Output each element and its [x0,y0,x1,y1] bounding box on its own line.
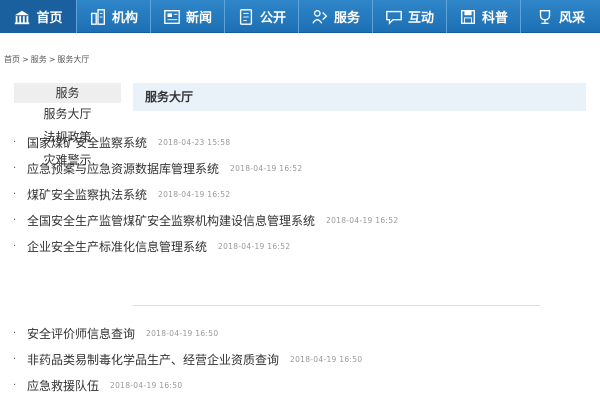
item-link[interactable]: 国家煤矿安全监察系统 [27,134,147,151]
trophy-icon [536,8,554,26]
nav-label: 新闻 [185,11,212,26]
nav-item-style[interactable]: 风采 [521,0,600,33]
bullet: · [13,136,17,148]
list-item: · 国家煤矿安全监察系统 2018-04-23 15:58 [13,129,453,155]
list-item: · 安全评价师信息查询 2018-04-19 16:50 [13,320,453,346]
list-item: · 全国安全生产监管煤矿安全监察机构建设信息管理系统 2018-04-19 16:5… [13,207,453,233]
item-link[interactable]: 企业安全生产标准化信息管理系统 [27,238,207,255]
item-date: 2018-04-19 16:52 [218,241,291,251]
list-item: · 非药品类易制毒化学品生产、经营企业资质查询 2018-04-19 16:50 [13,346,453,372]
item-link[interactable]: 煤矿安全监察执法系统 [27,186,147,203]
item-date: 2018-04-19 16:50 [146,328,219,338]
breadcrumb-service[interactable]: 服务 [31,55,47,64]
nav-label: 风采 [558,11,585,26]
bullet: · [13,327,17,339]
newspaper-icon [163,8,181,26]
section-divider [133,305,540,306]
service-list-primary: · 国家煤矿安全监察系统 2018-04-23 15:58 · 应急预案与应急资源数据… [13,129,453,259]
building-icon [13,8,31,26]
nav-item-science[interactable]: 科普 [447,0,521,33]
main-content: 服务大厅 [133,83,586,111]
nav-label: 公开 [259,11,286,26]
nav-item-interaction[interactable]: 互动 [373,0,447,33]
chat-icon [385,8,403,26]
item-date: 2018-04-19 16:52 [326,215,399,225]
list-item: · 煤矿安全监察执法系统 2018-04-19 16:52 [13,181,453,207]
list-item: · 企业安全生产标准化信息管理系统 2018-04-19 16:52 [13,233,453,259]
breadcrumb-separator: > [22,55,29,64]
breadcrumb: 首页 > 服务 > 服务大厅 [4,54,89,65]
item-link[interactable]: 全国安全生产监管煤矿安全监察机构建设信息管理系统 [27,212,315,229]
bullet: · [13,162,17,174]
service-list-secondary: · 安全评价师信息查询 2018-04-19 16:50 · 非药品类易制毒化学品生产… [13,320,453,398]
bullet: · [13,353,17,365]
bullet: · [13,214,17,226]
item-date: 2018-04-19 16:50 [290,354,363,364]
item-link[interactable]: 应急救援队伍 [27,377,99,394]
notebook-icon [237,8,255,26]
bullet: · [13,240,17,252]
save-icon [459,8,477,26]
list-item: · 应急救援队伍 2018-04-19 16:50 [13,372,453,398]
item-date: 2018-04-19 16:52 [158,189,231,199]
nav-label: 机构 [111,11,138,26]
nav-item-organization[interactable]: 机构 [77,0,151,33]
item-link[interactable]: 应急预案与应急资源数据库管理系统 [27,160,219,177]
sidebar-item-service-hall[interactable]: 服务大厅 [14,103,121,126]
item-date: 2018-04-19 16:52 [230,163,303,173]
item-link[interactable]: 安全评价师信息查询 [27,325,135,342]
list-item: · 应急预案与应急资源数据库管理系统 2018-04-19 16:52 [13,155,453,181]
nav-label: 互动 [407,11,434,26]
breadcrumb-current[interactable]: 服务大厅 [57,55,89,64]
sidebar-header: 服务 [14,83,121,103]
city-icon [89,8,107,26]
nav-item-service[interactable]: 服务 [299,0,373,33]
nav-label: 首页 [36,11,63,26]
nav-item-home[interactable]: 首页 [0,0,77,33]
nav-item-news[interactable]: 新闻 [151,0,225,33]
service-icon [311,8,329,26]
nav-label: 科普 [481,11,508,26]
nav-label: 服务 [333,11,360,26]
breadcrumb-separator: > [48,55,56,64]
item-link[interactable]: 非药品类易制毒化学品生产、经营企业资质查询 [27,351,279,368]
bullet: · [13,379,17,391]
section-title: 服务大厅 [133,83,586,111]
top-navigation: 首页 机构 新闻 公开 服务 互动 科普 风采 [0,0,600,33]
breadcrumb-home[interactable]: 首页 [4,55,20,64]
bullet: · [13,188,17,200]
nav-item-public[interactable]: 公开 [225,0,299,33]
item-date: 2018-04-23 15:58 [158,137,231,147]
item-date: 2018-04-19 16:50 [110,380,183,390]
